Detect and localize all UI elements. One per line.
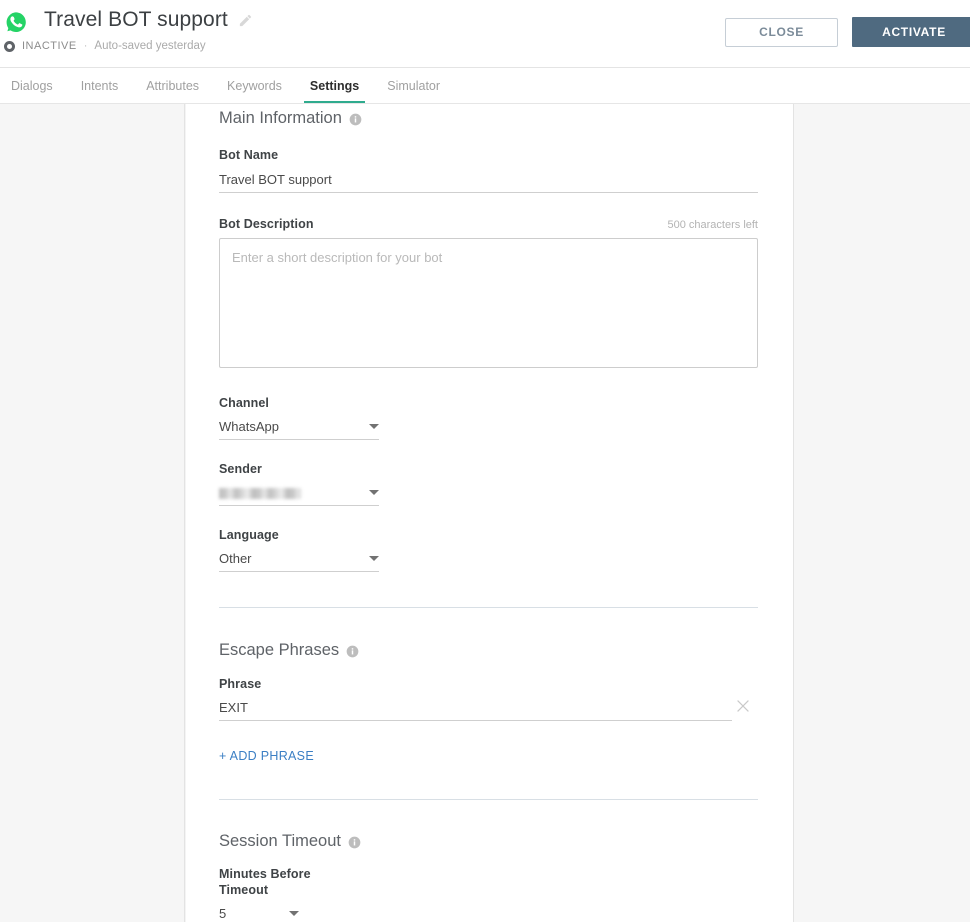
tab-intents[interactable]: Intents — [67, 69, 133, 103]
section-main-information: Main Information — [219, 109, 758, 128]
whatsapp-icon — [4, 10, 28, 34]
add-phrase-row: + ADD PHRASE — [219, 747, 758, 765]
close-button[interactable]: CLOSE — [725, 17, 838, 47]
tab-attributes[interactable]: Attributes — [132, 69, 213, 103]
section-title: Session Timeout — [219, 832, 341, 850]
phrase-label: Phrase — [219, 677, 262, 691]
section-escape-phrases: Escape Phrases — [219, 641, 758, 660]
language-label: Language — [219, 528, 279, 542]
sender-field-group: Sender — [219, 462, 758, 506]
language-field-group: Language Other — [219, 528, 758, 572]
phrase-input[interactable] — [219, 697, 732, 721]
language-select[interactable]: Other — [219, 548, 379, 572]
tab-keywords[interactable]: Keywords — [213, 69, 296, 103]
sender-label: Sender — [219, 462, 262, 476]
close-icon[interactable] — [736, 699, 750, 713]
minutes-before-timeout-label-line1: Minutes Before — [219, 867, 311, 881]
settings-form: Main Information Bot Name Bot Descriptio… — [186, 109, 793, 922]
workspace: Main Information Bot Name Bot Descriptio… — [0, 104, 970, 922]
status-separator: · — [83, 40, 88, 52]
tab-dialogs[interactable]: Dialogs — [0, 69, 67, 103]
bot-name-field-group: Bot Name — [219, 148, 758, 193]
minutes-before-timeout-group: Minutes Before Timeout 5 — [219, 867, 758, 922]
settings-panel: Main Information Bot Name Bot Descriptio… — [186, 104, 793, 922]
right-panel — [793, 104, 970, 922]
redacted-value — [219, 488, 301, 500]
title-row: Travel BOT support — [44, 8, 253, 32]
pencil-icon[interactable] — [238, 13, 253, 28]
language-selected-value: Other — [219, 548, 379, 572]
page-title: Travel BOT support — [44, 8, 228, 31]
bot-name-label: Bot Name — [219, 148, 279, 162]
info-icon[interactable] — [348, 835, 361, 849]
power-status-icon — [4, 40, 15, 52]
phrase-row — [219, 697, 758, 721]
bot-description-field-group: Bot Description 500 characters left — [219, 217, 758, 373]
section-title: Main Information — [219, 109, 342, 127]
header-actions: CLOSE ACTIVATE — [725, 17, 970, 47]
channel-field-group: Channel WhatsApp — [219, 396, 758, 440]
status-badge: INACTIVE — [22, 40, 77, 52]
channel-label: Channel — [219, 396, 270, 410]
autosave-text: Auto-saved yesterday — [94, 40, 206, 52]
section-divider — [219, 607, 758, 608]
section-divider — [219, 799, 758, 800]
channel-selected-value: WhatsApp — [219, 416, 379, 440]
minutes-selected-value: 5 — [219, 903, 299, 922]
status-row: INACTIVE · Auto-saved yesterday — [4, 40, 206, 52]
left-panel — [0, 104, 185, 922]
bot-name-input[interactable] — [219, 169, 758, 193]
phrase-field-group: Phrase — [219, 677, 758, 721]
bot-description-label: Bot Description — [219, 217, 314, 231]
channel-select[interactable]: WhatsApp — [219, 416, 379, 440]
add-phrase-button[interactable]: + ADD PHRASE — [219, 749, 314, 763]
activate-button[interactable]: ACTIVATE — [852, 17, 970, 47]
bot-description-char-count: 500 characters left — [667, 219, 759, 231]
sender-select[interactable] — [219, 482, 379, 506]
minutes-before-timeout-select[interactable]: 5 — [219, 903, 299, 922]
tab-simulator[interactable]: Simulator — [373, 69, 454, 103]
info-icon[interactable] — [349, 112, 362, 126]
sender-selected-value — [219, 482, 379, 506]
app-header: Travel BOT support INACTIVE · Auto-saved… — [0, 0, 970, 68]
tab-bar: Dialogs Intents Attributes Keywords Sett… — [0, 69, 970, 104]
section-title: Escape Phrases — [219, 641, 340, 659]
info-icon[interactable] — [346, 644, 359, 658]
bot-description-textarea[interactable] — [219, 238, 758, 368]
section-session-timeout: Session Timeout — [219, 832, 758, 851]
tab-settings[interactable]: Settings — [296, 69, 373, 103]
minutes-before-timeout-label-line2: Timeout — [219, 883, 269, 897]
